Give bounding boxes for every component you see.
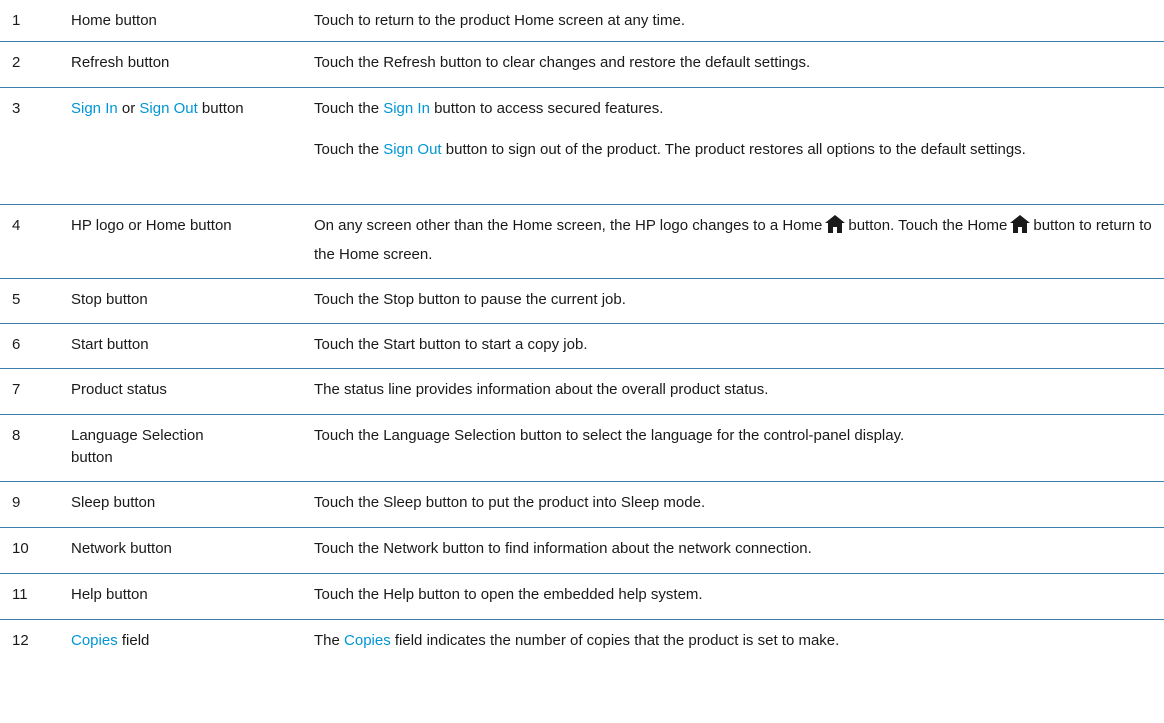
item-name: Network button — [71, 540, 172, 557]
table-row: 10 Network button Touch the Network butt… — [0, 528, 1164, 574]
item-description: The Copies field indicates the number of… — [314, 630, 1154, 652]
description-paragraph: Touch the Sign Out button to sign out of… — [314, 139, 1154, 161]
row-number: 10 — [12, 540, 29, 557]
row-number: 1 — [12, 12, 21, 29]
text: Touch the — [314, 100, 384, 117]
sign-in-link[interactable]: Sign In — [383, 100, 430, 117]
table-row: 12 Copies field The Copies field indicat… — [0, 620, 1164, 666]
table-row: 7 Product status The status line provide… — [0, 369, 1164, 415]
table-row: 4 HP logo or Home button On any screen o… — [0, 205, 1164, 279]
item-name: HP logo or Home button — [71, 217, 232, 234]
item-description: The status line provides information abo… — [314, 381, 769, 398]
item-description: Touch the Start button to start a copy j… — [314, 336, 588, 353]
row-number: 6 — [12, 336, 21, 353]
row-number: 8 — [12, 427, 21, 444]
home-icon — [825, 214, 846, 233]
item-name: Sleep button — [71, 494, 156, 511]
table-row: 8 Language Selection button Touch the La… — [0, 415, 1164, 482]
item-name: Sign In or Sign Out button — [71, 98, 286, 120]
table-row: 11 Help button Touch the Help button to … — [0, 574, 1164, 620]
item-description: Touch the Sleep button to put the produc… — [314, 494, 706, 511]
item-description: Touch to return to the product Home scre… — [314, 12, 686, 29]
or-text: or — [117, 100, 140, 117]
text: On any screen other than the Home screen… — [314, 217, 823, 234]
description-paragraph: Touch the Sign In button to access secur… — [314, 98, 1154, 120]
row-number: 11 — [12, 586, 28, 603]
row-number: 12 — [12, 632, 29, 649]
item-description: Touch the Refresh button to clear change… — [314, 54, 811, 71]
button-text: button — [197, 100, 244, 117]
text: Touch the — [314, 141, 384, 158]
table-row: 9 Sleep button Touch the Sleep button to… — [0, 482, 1164, 528]
text: button to access secured features. — [429, 100, 664, 117]
row-number: 4 — [12, 217, 21, 234]
item-name: Refresh button — [71, 54, 170, 71]
row-number: 7 — [12, 381, 21, 398]
item-name: Start button — [71, 336, 149, 353]
copies-link[interactable]: Copies — [344, 632, 391, 649]
table-row: 1 Home button Touch to return to the pro… — [0, 0, 1164, 42]
item-name: Product status — [71, 381, 167, 398]
item-name: Help button — [71, 586, 148, 603]
table-row: 3 Sign In or Sign Out button Touch the S… — [0, 88, 1164, 205]
item-name: Stop button — [71, 291, 148, 308]
row-number: 5 — [12, 291, 21, 308]
row-number: 3 — [12, 100, 21, 117]
text: button. Touch the Home — [848, 217, 1008, 234]
text: button to sign out of the product. The p… — [441, 141, 1026, 158]
item-description: Touch the Sign In button to access secur… — [314, 98, 1154, 161]
item-name: Home button — [71, 12, 157, 29]
item-description: Touch the Help button to open the embedd… — [314, 586, 703, 603]
table-row: 5 Stop button Touch the Stop button to p… — [0, 279, 1164, 324]
control-panel-table: 1 Home button Touch to return to the pro… — [0, 0, 1164, 666]
sign-out-link[interactable]: Sign Out — [139, 100, 197, 117]
row-number: 2 — [12, 54, 21, 71]
text: The — [314, 632, 345, 649]
item-description: Touch the Stop button to pause the curre… — [314, 291, 626, 308]
item-name: Copies field — [71, 630, 286, 652]
field-text: field — [117, 632, 150, 649]
table-row: 2 Refresh button Touch the Refresh butto… — [0, 42, 1164, 88]
sign-in-link[interactable]: Sign In — [71, 100, 118, 117]
text: field indicates the number of copies tha… — [390, 632, 840, 649]
home-icon — [1010, 214, 1031, 233]
item-description: On any screen other than the Home screen… — [314, 211, 1154, 269]
item-name: Language Selection button — [71, 427, 204, 466]
copies-link[interactable]: Copies — [71, 632, 118, 649]
row-number: 9 — [12, 494, 21, 511]
item-description: Touch the Language Selection button to s… — [314, 427, 905, 444]
table-row: 6 Start button Touch the Start button to… — [0, 324, 1164, 369]
sign-out-link[interactable]: Sign Out — [383, 141, 441, 158]
item-description: Touch the Network button to find informa… — [314, 540, 812, 557]
